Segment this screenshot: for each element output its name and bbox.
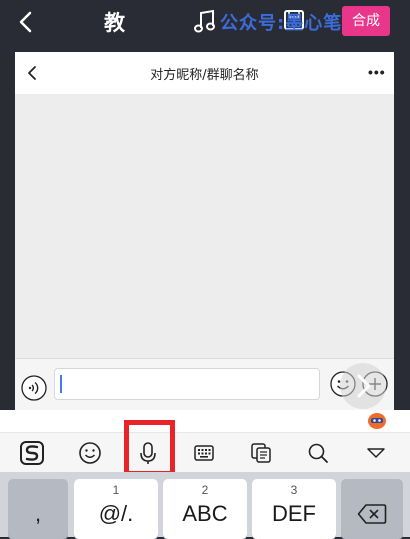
key-3[interactable]: 3 DEF [252,479,336,539]
collapse-keyboard-icon[interactable] [356,433,396,473]
chat-input-bar [15,358,394,411]
keyboard: , 1 @/. 2 ABC 3 DEF [0,472,410,539]
key-2[interactable]: 2 ABC [163,479,247,539]
music-note-icon[interactable] [193,8,217,34]
back-arrow-icon[interactable] [14,8,40,36]
editor-title: 教 [104,11,125,35]
ime-mascot-icon[interactable] [367,412,387,430]
compose-button[interactable]: 合成 [342,6,390,36]
search-icon[interactable] [298,433,338,473]
text-caret [60,375,62,393]
chat-header: 对方昵称/群聊名称 ••• [15,52,394,94]
clipboard-icon[interactable] [241,433,281,473]
backspace-icon [357,504,387,524]
ime-toolbar [0,432,410,473]
key-comma[interactable]: , [8,479,68,539]
keyboard-icon[interactable] [184,433,224,473]
ime-top-strip [0,410,410,432]
highlight-frame [124,420,175,476]
chat-title: 对方昵称/群聊名称 [150,68,259,83]
voice-input-icon[interactable] [21,375,47,401]
emoji-icon[interactable] [70,433,110,473]
chat-preview: 对方昵称/群聊名称 ••• [15,52,394,411]
more-options-icon[interactable]: ••• [368,64,386,80]
key-1[interactable]: 1 @/. [74,479,158,539]
message-input[interactable] [54,368,320,400]
backspace-key[interactable] [341,479,403,539]
swipe-arrow-icon[interactable] [340,363,386,409]
sogou-logo-icon[interactable] [12,433,52,473]
watermark-text: 公众号:墨心笔记 [220,13,362,34]
